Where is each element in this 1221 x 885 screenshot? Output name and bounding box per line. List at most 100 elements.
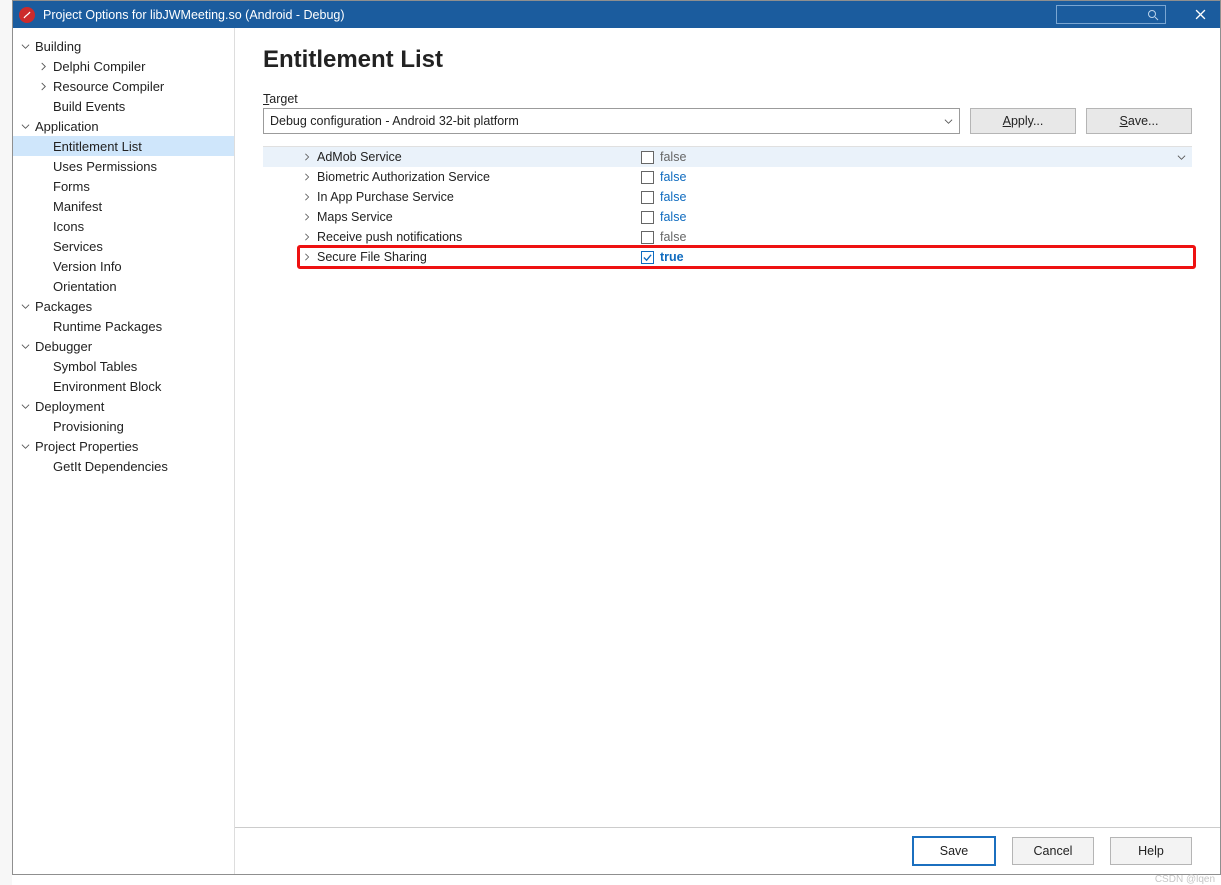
entitlement-row[interactable]: Secure File Sharing true <box>263 247 1192 267</box>
tree-label: Project Properties <box>35 439 138 454</box>
tree-item-provisioning[interactable]: Provisioning <box>13 416 234 436</box>
tree-item-manifest[interactable]: Manifest <box>13 196 234 216</box>
entitlement-checkbox[interactable] <box>641 231 654 244</box>
entitlement-row[interactable]: AdMob Service false <box>263 147 1192 167</box>
tree-label: Manifest <box>53 199 102 214</box>
tree-label: Services <box>53 239 103 254</box>
tree-item-uses-permissions[interactable]: Uses Permissions <box>13 156 234 176</box>
help-button[interactable]: Help <box>1110 837 1192 865</box>
entitlement-name: Biometric Authorization Service <box>317 170 490 184</box>
entitlement-checkbox[interactable] <box>641 171 654 184</box>
dialog-button-bar: Save Cancel Help <box>235 827 1220 874</box>
tree-item-project-properties[interactable]: Project Properties <box>13 436 234 456</box>
tree-label: Packages <box>35 299 92 314</box>
chevron-right-icon <box>37 60 49 72</box>
entitlement-value: true <box>660 250 684 264</box>
tree-item-getit-dependencies[interactable]: GetIt Dependencies <box>13 456 234 476</box>
tree-label: Version Info <box>53 259 122 274</box>
options-tree[interactable]: Building Delphi Compiler Resource Compil… <box>13 28 235 874</box>
tree-label: Environment Block <box>53 379 161 394</box>
app-icon <box>19 7 35 23</box>
entitlement-name: AdMob Service <box>317 150 402 164</box>
entitlement-row[interactable]: Biometric Authorization Service false <box>263 167 1192 187</box>
entitlement-row[interactable]: Maps Service false <box>263 207 1192 227</box>
tree-label: Resource Compiler <box>53 79 164 94</box>
tree-label: Provisioning <box>53 419 124 434</box>
search-icon <box>1147 9 1159 21</box>
editor-gutter <box>0 0 12 885</box>
tree-item-entitlement-list[interactable]: Entitlement List <box>13 136 234 156</box>
chevron-right-icon <box>303 233 311 241</box>
tree-label: GetIt Dependencies <box>53 459 168 474</box>
entitlement-value: false <box>660 190 686 204</box>
tree-label: Application <box>35 119 99 134</box>
entitlement-name: Maps Service <box>317 210 393 224</box>
tree-item-debugger[interactable]: Debugger <box>13 336 234 356</box>
tree-item-building[interactable]: Building <box>13 36 234 56</box>
tree-label: Deployment <box>35 399 104 414</box>
chevron-down-icon[interactable] <box>1177 153 1192 162</box>
chevron-down-icon <box>19 40 31 52</box>
titlebar: Project Options for libJWMeeting.so (And… <box>13 1 1220 28</box>
tree-label: Build Events <box>53 99 125 114</box>
entitlement-checkbox[interactable] <box>641 151 654 164</box>
tree-label: Forms <box>53 179 90 194</box>
chevron-right-icon <box>303 213 311 221</box>
chevron-right-icon <box>303 173 311 181</box>
chevron-down-icon <box>19 400 31 412</box>
tree-item-environment-block[interactable]: Environment Block <box>13 376 234 396</box>
tree-item-build-events[interactable]: Build Events <box>13 96 234 116</box>
tree-item-version-info[interactable]: Version Info <box>13 256 234 276</box>
tree-label: Icons <box>53 219 84 234</box>
entitlement-name: In App Purchase Service <box>317 190 454 204</box>
entitlement-name: Secure File Sharing <box>317 250 427 264</box>
tree-item-delphi-compiler[interactable]: Delphi Compiler <box>13 56 234 76</box>
tree-item-services[interactable]: Services <box>13 236 234 256</box>
chevron-down-icon <box>944 117 953 126</box>
tree-item-application[interactable]: Application <box>13 116 234 136</box>
chevron-down-icon <box>19 340 31 352</box>
tree-item-orientation[interactable]: Orientation <box>13 276 234 296</box>
tree-item-deployment[interactable]: Deployment <box>13 396 234 416</box>
tree-label: Entitlement List <box>53 139 142 154</box>
entitlements-grid: AdMob ServicefalseBiometric Authorizatio… <box>263 146 1192 267</box>
tree-item-runtime-packages[interactable]: Runtime Packages <box>13 316 234 336</box>
page-heading: Entitlement List <box>263 46 1192 74</box>
entitlement-checkbox[interactable] <box>641 251 654 264</box>
tree-label: Debugger <box>35 339 92 354</box>
target-select[interactable]: Debug configuration - Android 32-bit pla… <box>263 108 960 134</box>
content-pane: Entitlement List Target Debug configurat… <box>235 28 1220 827</box>
apply-button[interactable]: Apply... <box>970 108 1076 134</box>
entitlement-value: false <box>660 170 686 184</box>
tree-label: Runtime Packages <box>53 319 162 334</box>
tree-item-icons[interactable]: Icons <box>13 216 234 236</box>
tree-label: Delphi Compiler <box>53 59 145 74</box>
entitlement-value: false <box>660 150 686 164</box>
chevron-right-icon <box>303 193 311 201</box>
chevron-down-icon <box>19 120 31 132</box>
entitlement-value: false <box>660 210 686 224</box>
save-target-button[interactable]: Save... <box>1086 108 1192 134</box>
entitlement-value: false <box>660 230 686 244</box>
target-select-value: Debug configuration - Android 32-bit pla… <box>270 114 519 128</box>
close-button[interactable] <box>1180 1 1220 28</box>
tree-label: Building <box>35 39 81 54</box>
entitlement-row[interactable]: In App Purchase Service false <box>263 187 1192 207</box>
tree-item-symbol-tables[interactable]: Symbol Tables <box>13 356 234 376</box>
entitlement-checkbox[interactable] <box>641 191 654 204</box>
entitlement-checkbox[interactable] <box>641 211 654 224</box>
tree-item-packages[interactable]: Packages <box>13 296 234 316</box>
titlebar-search[interactable] <box>1056 5 1166 24</box>
tree-item-resource-compiler[interactable]: Resource Compiler <box>13 76 234 96</box>
cancel-button[interactable]: Cancel <box>1012 837 1094 865</box>
tree-label: Uses Permissions <box>53 159 157 174</box>
tree-label: Orientation <box>53 279 117 294</box>
tree-item-forms[interactable]: Forms <box>13 176 234 196</box>
tree-label: Symbol Tables <box>53 359 137 374</box>
chevron-right-icon <box>303 153 311 161</box>
entitlement-row[interactable]: Receive push notifications false <box>263 227 1192 247</box>
save-button[interactable]: Save <box>912 836 996 866</box>
entitlement-name: Receive push notifications <box>317 230 462 244</box>
watermark: CSDN @lqen <box>1155 874 1215 885</box>
window-title: Project Options for libJWMeeting.so (And… <box>43 8 345 22</box>
